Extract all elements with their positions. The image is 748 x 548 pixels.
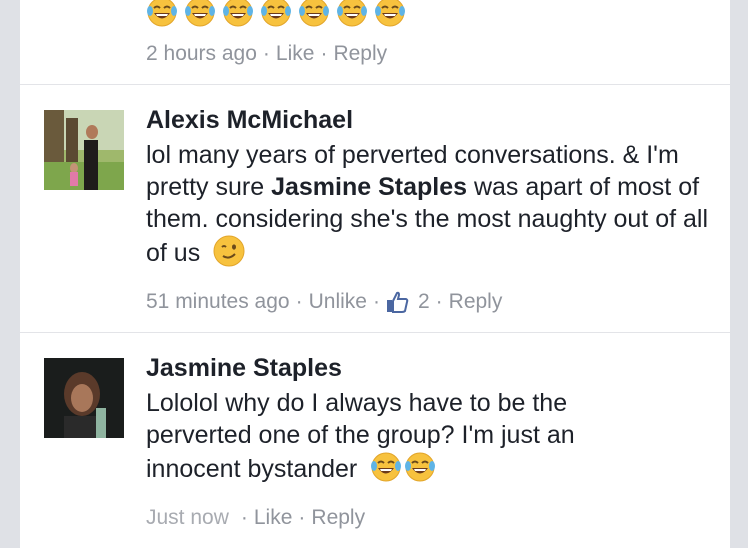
face-with-tears-of-joy-icon bbox=[336, 0, 368, 28]
comment-text-part: Lololol why do I always have to be the p… bbox=[146, 389, 575, 483]
face-with-tears-of-joy-icon bbox=[298, 0, 330, 28]
divider bbox=[20, 332, 730, 333]
comments-panel: 2 hours ago · Like · Reply Alexis McMich… bbox=[20, 0, 730, 548]
thumbs-up-icon[interactable] bbox=[386, 290, 410, 314]
separator: · bbox=[320, 42, 328, 65]
separator: · bbox=[262, 42, 270, 65]
comment-meta: Just now · Like · Reply bbox=[146, 506, 365, 530]
face-with-tears-of-joy-icon bbox=[404, 451, 436, 483]
author-name[interactable]: Alexis McMichael bbox=[146, 106, 353, 135]
reply-link[interactable]: Reply bbox=[333, 42, 387, 66]
divider bbox=[20, 84, 730, 85]
emoji-row bbox=[146, 0, 412, 28]
like-count[interactable]: 2 bbox=[418, 290, 430, 314]
face-with-tears-of-joy-icon bbox=[184, 0, 216, 28]
face-with-tears-of-joy-icon bbox=[370, 451, 402, 483]
timestamp: 2 hours ago bbox=[146, 42, 257, 65]
separator: · bbox=[240, 506, 248, 529]
winking-face-icon bbox=[213, 235, 245, 267]
separator: · bbox=[295, 290, 303, 313]
face-with-tears-of-joy-icon bbox=[260, 0, 292, 28]
timestamp: Just now bbox=[146, 506, 229, 529]
comment-meta: 2 hours ago · Like · Reply bbox=[146, 42, 387, 66]
face-with-tears-of-joy-icon bbox=[146, 0, 178, 28]
avatar-photo bbox=[44, 358, 124, 438]
avatar[interactable] bbox=[44, 358, 124, 438]
mention-link[interactable]: Jasmine Staples bbox=[271, 173, 467, 201]
unlike-link[interactable]: Unlike bbox=[309, 290, 367, 314]
comment-text: Lololol why do I always have to be the p… bbox=[146, 387, 646, 485]
like-link[interactable]: Like bbox=[254, 506, 293, 530]
separator: · bbox=[435, 290, 443, 313]
author-name[interactable]: Jasmine Staples bbox=[146, 354, 342, 383]
avatar[interactable] bbox=[44, 110, 124, 190]
like-link[interactable]: Like bbox=[276, 42, 315, 66]
avatar-photo bbox=[44, 110, 124, 190]
separator: · bbox=[372, 290, 380, 313]
separator: · bbox=[298, 506, 306, 529]
reply-link[interactable]: Reply bbox=[449, 290, 503, 314]
face-with-tears-of-joy-icon bbox=[222, 0, 254, 28]
face-with-tears-of-joy-icon bbox=[374, 0, 406, 28]
timestamp: 51 minutes ago bbox=[146, 290, 290, 313]
emoji-row bbox=[370, 452, 438, 483]
comment-meta: 51 minutes ago · Unlike · 2 · Reply bbox=[146, 290, 502, 314]
comment-text: lol many years of perverted conversation… bbox=[146, 139, 716, 269]
reply-link[interactable]: Reply bbox=[311, 506, 365, 530]
